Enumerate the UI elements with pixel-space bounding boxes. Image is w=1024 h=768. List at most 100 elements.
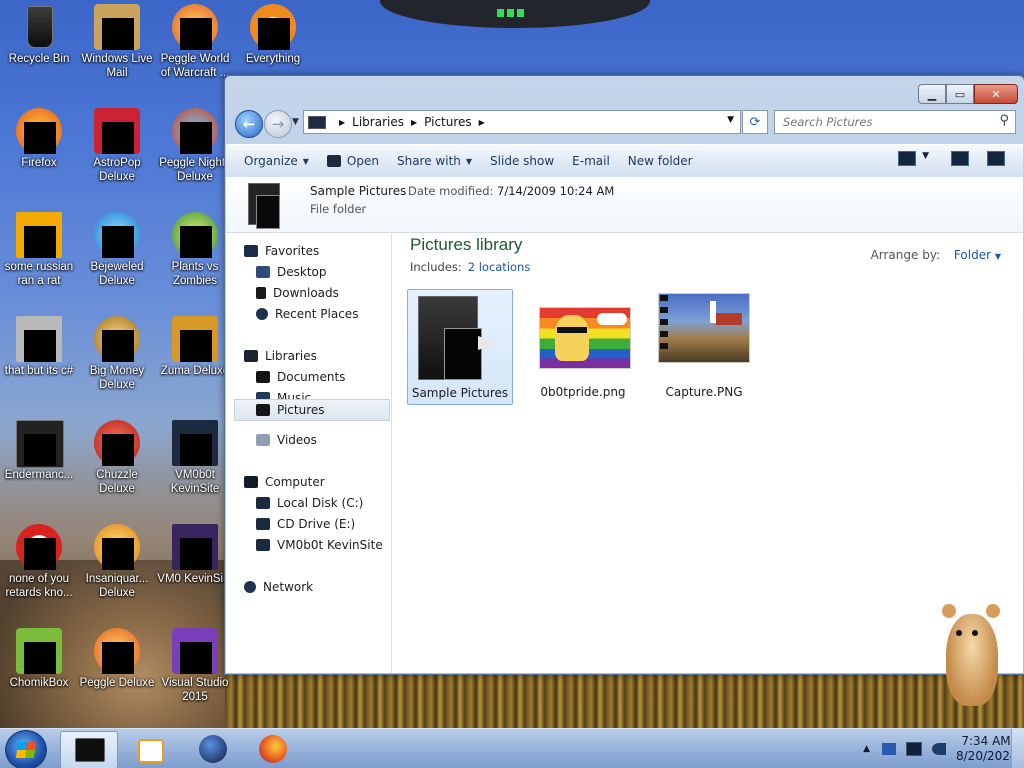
desktop-icon-recycle-bin[interactable]: Recycle Bin xyxy=(0,0,78,66)
tray-app-icon[interactable] xyxy=(882,743,896,755)
network-drive-icon xyxy=(256,539,270,551)
desktop-icon-bejeweled[interactable]: Bejeweled Deluxe xyxy=(78,208,156,288)
computer-icon xyxy=(244,476,258,488)
email-button[interactable]: E-mail xyxy=(572,154,610,168)
clock[interactable]: 7:34 AM 8/20/2024 xyxy=(956,734,1018,764)
star-icon xyxy=(244,245,258,257)
desktop-icon-peggle-wow[interactable]: Peggle World of Warcraft ... xyxy=(156,0,234,80)
show-hidden-icons-button[interactable]: ▲ xyxy=(863,744,870,754)
window-controls: ▁ ▭ ✕ xyxy=(918,84,1018,104)
organize-button[interactable]: Organize ▼ xyxy=(244,154,309,168)
chevron-right-icon[interactable]: ▶ xyxy=(479,118,485,127)
arrange-by-dropdown[interactable]: Folder ▼ xyxy=(954,248,1001,262)
network-icon[interactable] xyxy=(906,742,922,756)
desktop-icon-some-russian[interactable]: some russian ran a rat xyxy=(0,208,78,288)
desktop-icon-everything[interactable]: Everything xyxy=(234,0,312,66)
shortcut-icon xyxy=(172,524,218,570)
chevron-right-icon[interactable]: ▶ xyxy=(339,118,345,127)
desktop-icon-visual-studio[interactable]: Visual Studio 2015 xyxy=(156,624,234,704)
share-with-button[interactable]: Share with ▼ xyxy=(397,154,472,168)
file-item-label: Capture.PNG xyxy=(665,385,743,399)
desktop-icon-vm0-kevinsite[interactable]: VM0 KevinSi... xyxy=(156,520,234,586)
nav-favorites[interactable]: Favorites xyxy=(244,241,409,261)
desktop-icon-peggle-nights[interactable]: Peggle Nights Deluxe xyxy=(156,104,234,184)
explorer-window: ▁ ▭ ✕ ← → ▼ ▶ Libraries ▶ Pictures ▶ ▼ ⟳… xyxy=(224,75,1024,675)
file-item-label: 0b0tpride.png xyxy=(540,385,626,399)
minimize-button[interactable]: ▁ xyxy=(918,84,946,104)
nav-computer[interactable]: Computer xyxy=(244,472,409,492)
insaniquarium-icon xyxy=(94,524,140,570)
new-folder-button[interactable]: New folder xyxy=(628,154,693,168)
volume-icon[interactable] xyxy=(932,743,946,755)
desktop-icon-none-of-you[interactable]: none of you retards kno... xyxy=(0,520,78,600)
taskbar-internet[interactable] xyxy=(186,731,242,767)
library-includes: Includes: 2 locations xyxy=(410,260,531,274)
opera-icon xyxy=(16,524,62,570)
desktop-icon-endermanch[interactable]: Endermanc... xyxy=(0,416,78,482)
nav-network[interactable]: Network xyxy=(244,577,409,597)
show-desktop-button[interactable] xyxy=(1011,729,1024,768)
shortcut-icon xyxy=(172,420,218,466)
hamster-desktop-pet[interactable] xyxy=(936,600,1006,708)
astropop-icon xyxy=(94,108,140,154)
desktop-icon-vm0b0t-kevinsite[interactable]: VM0b0t KevinSite xyxy=(156,416,234,496)
desktop-icon-that-but-its-csharp[interactable]: that but its c# xyxy=(0,312,78,378)
nav-pictures[interactable]: Pictures xyxy=(234,399,390,421)
desktop-icon-peggle-deluxe[interactable]: Peggle Deluxe xyxy=(78,624,156,690)
taskbar-explorer[interactable] xyxy=(60,731,118,768)
recycle-bin-icon xyxy=(16,4,62,50)
refresh-button[interactable]: ⟳ xyxy=(742,110,768,134)
help-icon[interactable] xyxy=(987,151,1005,166)
firefox-icon xyxy=(259,735,287,763)
recent-pages-dropdown[interactable]: ▼ xyxy=(292,117,299,127)
close-button[interactable]: ✕ xyxy=(974,84,1018,104)
desktop-icon-astropop[interactable]: AstroPop Deluxe xyxy=(78,104,156,184)
forward-button[interactable]: → xyxy=(264,110,292,138)
search-icon[interactable]: ⚲ xyxy=(999,113,1009,128)
library-locations-link[interactable]: 2 locations xyxy=(468,260,531,274)
view-options-dropdown[interactable]: ▼ xyxy=(922,151,929,166)
pictures-icon xyxy=(256,404,270,416)
open-button[interactable]: Open xyxy=(326,154,379,168)
everything-search-icon xyxy=(250,4,296,50)
peggle-nights-icon xyxy=(172,108,218,154)
breadcrumb-libraries[interactable]: Libraries xyxy=(352,115,404,129)
desktop-icon-windows-live-mail[interactable]: Windows Live Mail xyxy=(78,0,156,80)
folder-icon xyxy=(414,292,506,384)
file-item-0b0tpride[interactable]: 0b0tpride.png xyxy=(531,289,635,403)
desktop-icon-insaniquarium[interactable]: Insaniquar... Deluxe xyxy=(78,520,156,600)
app-icon xyxy=(16,420,64,468)
desktop-icon-plants-vs-zombies[interactable]: Plants vs Zombies xyxy=(156,208,234,288)
details-type: File folder xyxy=(310,202,367,216)
taskbar-media-player[interactable] xyxy=(122,731,178,767)
chevron-right-icon[interactable]: ▶ xyxy=(411,118,417,127)
file-item-capture[interactable]: Capture.PNG xyxy=(652,289,756,403)
chevron-down-icon: ▼ xyxy=(465,156,473,166)
peggle-icon xyxy=(94,628,140,674)
search-box: ⚲ xyxy=(774,110,1016,134)
start-button[interactable] xyxy=(5,730,47,768)
desktop-icon-chomikbox[interactable]: ChomikBox xyxy=(0,624,78,690)
preview-pane-icon[interactable] xyxy=(951,151,969,166)
breadcrumb-pictures[interactable]: Pictures xyxy=(424,115,472,129)
back-button[interactable]: ← xyxy=(235,110,263,138)
search-input[interactable] xyxy=(781,114,985,130)
nav-libraries[interactable]: Libraries xyxy=(244,346,409,366)
file-item-sample-pictures[interactable]: Sample Pictures xyxy=(407,289,513,405)
address-dropdown-icon[interactable]: ▼ xyxy=(727,115,734,125)
taskbar-firefox[interactable] xyxy=(246,731,302,767)
desktop-icon-big-money[interactable]: Big Money Deluxe xyxy=(78,312,156,392)
desktop-icon-firefox[interactable]: Firefox xyxy=(0,104,78,170)
change-view-icon[interactable] xyxy=(898,151,917,166)
address-bar[interactable]: ▶ Libraries ▶ Pictures ▶ ▼ xyxy=(303,110,741,134)
maximize-button[interactable]: ▭ xyxy=(946,84,974,104)
desktop-icon-zuma[interactable]: Zuma Deluxe xyxy=(156,312,234,378)
arrange-by: Arrange by: Folder ▼ xyxy=(870,248,1001,262)
image-thumbnail xyxy=(658,291,750,383)
windows-live-mail-icon xyxy=(94,4,140,50)
desktop-icon-chuzzle[interactable]: Chuzzle Deluxe xyxy=(78,416,156,496)
document-icon xyxy=(16,212,62,258)
top-gadget-bar xyxy=(380,0,650,28)
slide-show-button[interactable]: Slide show xyxy=(490,154,554,168)
media-player-icon xyxy=(138,739,164,763)
